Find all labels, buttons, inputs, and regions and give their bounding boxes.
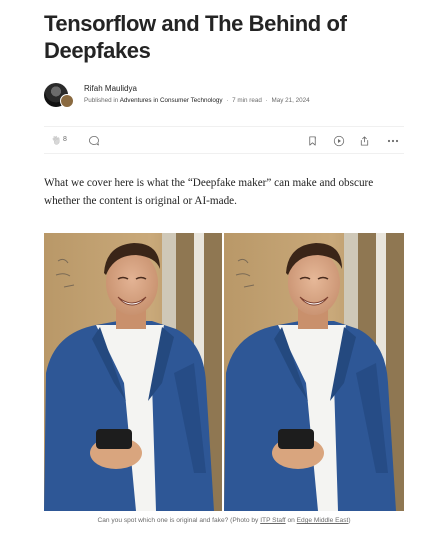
read-time: 7 min read [232, 97, 262, 104]
publish-date: May 21, 2024 [271, 97, 310, 104]
clap-count: 8 [63, 136, 67, 143]
publication-avatar[interactable] [60, 94, 74, 108]
clap-icon[interactable] [50, 134, 63, 147]
share-icon[interactable] [358, 134, 371, 147]
response-icon[interactable] [88, 134, 101, 147]
publication-link[interactable]: Adventures in Consumer Technology [120, 97, 223, 104]
photo-left-panel [44, 233, 222, 511]
author-byline: Rifah Maulidya Published in Adventures i… [44, 83, 404, 109]
caption-on: on [287, 517, 295, 524]
more-options-icon[interactable] [386, 134, 399, 147]
photo-right-panel [224, 233, 404, 511]
save-bookmark-icon[interactable] [306, 134, 319, 147]
article-title: Tensorflow and The Behind of Deepfakes [44, 11, 347, 63]
article-intro-paragraph: What we cover here is what the “Deepfake… [44, 177, 374, 207]
article-meta: Published in Adventures in Consumer Tech… [84, 97, 310, 104]
caption-close: ) [348, 517, 351, 524]
caption-credit-link[interactable]: ITP Staff [260, 517, 285, 524]
comparison-photo [44, 233, 404, 511]
caption-text: Can you spot which one is original and f… [97, 517, 259, 524]
meta-separator: · [265, 97, 268, 104]
article-action-bar: 8 [44, 126, 404, 154]
meta-separator: · [226, 97, 229, 104]
published-in-label: Published in [84, 97, 119, 104]
listen-play-icon[interactable] [332, 134, 345, 147]
photo-caption: Can you spot which one is original and f… [44, 517, 404, 524]
caption-source-link[interactable]: Edge Middle East [297, 517, 349, 524]
author-name[interactable]: Rifah Maulidya [84, 84, 137, 93]
